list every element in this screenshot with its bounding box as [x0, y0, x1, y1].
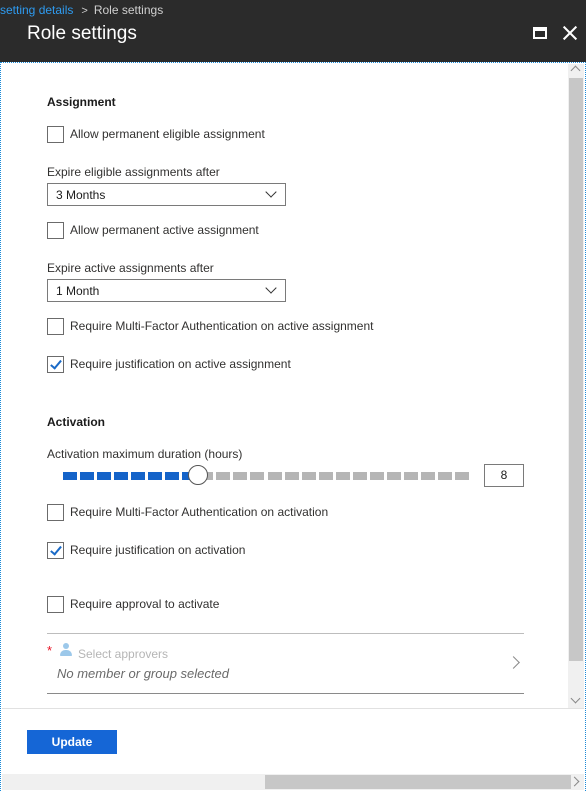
expire-eligible-label: Expire eligible assignments after	[47, 165, 220, 179]
expire-active-label: Expire active assignments after	[47, 261, 214, 275]
maximize-icon[interactable]	[533, 27, 547, 39]
require-mfa-active-row[interactable]: Require Multi-Factor Authentication on a…	[47, 317, 374, 335]
update-button[interactable]: Update	[27, 730, 117, 754]
max-duration-input[interactable]: 8	[484, 464, 524, 487]
close-icon[interactable]	[562, 25, 578, 41]
require-justification-activation-checkbox[interactable]	[47, 541, 64, 559]
require-mfa-activation-row[interactable]: Require Multi-Factor Authentication on a…	[47, 503, 328, 521]
breadcrumb-link-setting-details[interactable]: setting details	[0, 3, 73, 17]
slider-segment	[301, 472, 316, 480]
require-mfa-active-label: Require Multi-Factor Authentication on a…	[70, 319, 374, 333]
require-approval-row[interactable]: Require approval to activate	[47, 595, 219, 613]
expire-active-dropdown[interactable]: 1 Month	[47, 279, 286, 302]
approvers-empty-text: No member or group selected	[57, 666, 229, 681]
scroll-down-icon[interactable]	[570, 693, 581, 704]
vertical-scrollbar-thumb[interactable]	[569, 78, 583, 661]
max-duration-slider[interactable]	[63, 472, 469, 480]
blade-title: Role settings	[27, 23, 137, 44]
slider-segment	[233, 472, 248, 480]
require-justification-activation-label: Require justification on activation	[70, 543, 246, 557]
require-justification-active-row[interactable]: Require justification on active assignme…	[47, 355, 291, 373]
horizontal-scrollbar[interactable]	[2, 774, 584, 790]
breadcrumb-separator-icon: >	[81, 5, 88, 17]
footer-divider	[2, 708, 584, 709]
slider-segment	[267, 472, 282, 480]
slider-segment	[250, 472, 265, 480]
slider-segment	[80, 472, 95, 480]
expire-active-value: 1 Month	[56, 284, 100, 298]
require-mfa-activation-checkbox[interactable]	[47, 503, 64, 521]
blade-frame-top	[0, 62, 586, 63]
blade-content: Assignment Allow permanent eligible assi…	[2, 64, 568, 708]
slider-segment	[335, 472, 350, 480]
breadcrumb: setting details > Role settings	[0, 3, 163, 17]
max-duration-label: Activation maximum duration (hours)	[47, 447, 243, 461]
allow-permanent-active-label: Allow permanent active assignment	[70, 223, 259, 237]
chevron-right-icon	[507, 656, 520, 669]
person-icon	[60, 643, 72, 657]
slider-segment	[386, 472, 401, 480]
require-justification-active-checkbox[interactable]	[47, 355, 64, 373]
select-approvers-picker[interactable]: * Select approvers No member or group se…	[47, 633, 524, 694]
allow-permanent-active-checkbox[interactable]	[47, 221, 64, 239]
require-approval-checkbox[interactable]	[47, 595, 64, 613]
expire-eligible-dropdown[interactable]: 3 Months	[47, 183, 286, 206]
expire-eligible-value: 3 Months	[56, 188, 106, 202]
blade-header: setting details > Role settings Role setti…	[0, 0, 586, 62]
slider-segment	[165, 472, 180, 480]
allow-permanent-active-row[interactable]: Allow permanent active assignment	[47, 221, 259, 239]
chevron-down-icon	[265, 186, 277, 198]
require-mfa-active-checkbox[interactable]	[47, 317, 64, 335]
require-justification-active-label: Require justification on active assignme…	[70, 357, 291, 371]
slider-segment	[216, 472, 231, 480]
slider-segment	[284, 472, 299, 480]
assignment-section-title: Assignment	[47, 95, 116, 109]
allow-permanent-eligible-label: Allow permanent eligible assignment	[70, 127, 265, 141]
slider-segment	[97, 472, 112, 480]
scroll-right-icon[interactable]	[569, 776, 580, 787]
slider-segment	[114, 472, 129, 480]
chevron-down-icon	[265, 282, 277, 294]
breadcrumb-current: Role settings	[93, 3, 164, 17]
horizontal-scrollbar-thumb[interactable]	[265, 775, 571, 789]
slider-segment	[454, 472, 469, 480]
slider-segment	[369, 472, 384, 480]
slider-segment	[131, 472, 146, 480]
require-mfa-activation-label: Require Multi-Factor Authentication on a…	[70, 505, 329, 519]
activation-section-title: Activation	[47, 415, 106, 429]
allow-permanent-eligible-row[interactable]: Allow permanent eligible assignment	[47, 125, 265, 143]
slider-segment	[420, 472, 435, 480]
slider-segment	[318, 472, 333, 480]
slider-segment	[403, 472, 418, 480]
required-indicator: *	[47, 643, 53, 658]
allow-permanent-eligible-checkbox[interactable]	[47, 125, 64, 143]
max-duration-slider-thumb[interactable]	[187, 465, 208, 485]
slider-segment	[437, 472, 452, 480]
vertical-scrollbar[interactable]	[568, 64, 584, 708]
slider-segment	[148, 472, 163, 480]
select-approvers-placeholder: Select approvers	[78, 647, 169, 661]
slider-segment	[352, 472, 367, 480]
slider-segment	[63, 472, 78, 480]
require-justification-activation-row[interactable]: Require justification on activation	[47, 541, 245, 559]
scroll-up-icon[interactable]	[570, 65, 581, 76]
require-approval-label: Require approval to activate	[70, 597, 220, 611]
